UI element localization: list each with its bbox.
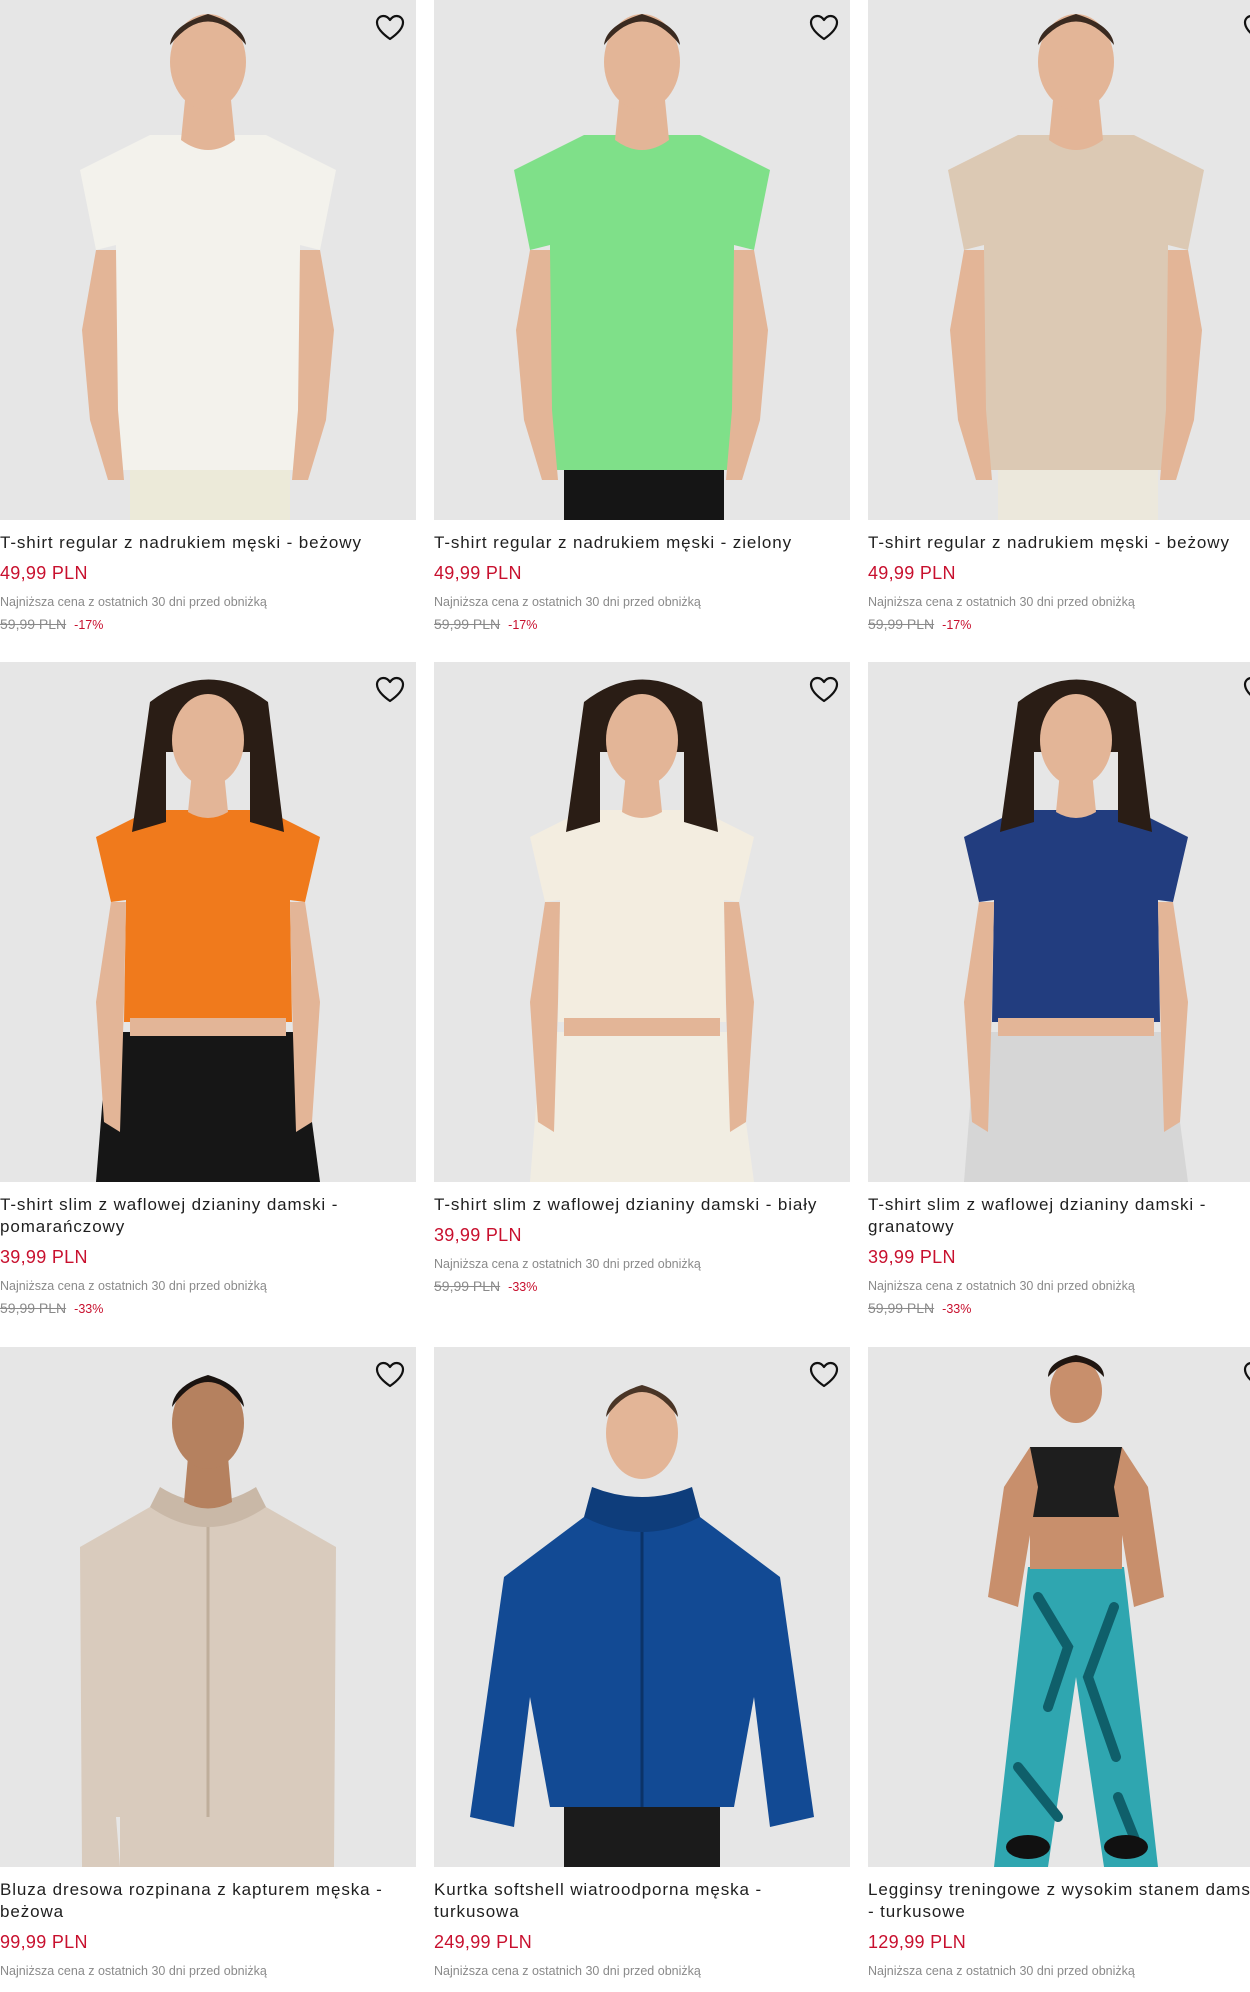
product-price: 39,99 PLN xyxy=(868,1247,956,1267)
product-price: 49,99 PLN xyxy=(868,563,956,583)
product-price: 49,99 PLN xyxy=(434,563,522,583)
product-price: 99,99 PLN xyxy=(0,1932,88,1952)
product-title[interactable]: T-shirt slim z waflowej dzianiny damski … xyxy=(0,1194,416,1238)
product-price: 249,99 PLN xyxy=(434,1932,533,1952)
old-price-row: 59,99 PLN -17% xyxy=(868,615,1250,634)
old-price-row: 59,99 PLN -17% xyxy=(0,615,416,634)
product-price: 39,99 PLN xyxy=(0,1247,88,1267)
lowest-price-note: Najniższa cena z ostatnich 30 dni przed … xyxy=(0,595,267,609)
product-title[interactable]: T-shirt regular z nadrukiem męski - beżo… xyxy=(868,532,1250,554)
product-info: T-shirt regular z nadrukiem męski - ziel… xyxy=(434,532,850,634)
product-info: T-shirt regular z nadrukiem męski - beżo… xyxy=(868,532,1250,634)
discount-badge: -17% xyxy=(508,618,538,632)
old-price: 59,99 PLN xyxy=(868,1300,935,1316)
product-image[interactable] xyxy=(434,0,850,520)
lowest-price-note: Najniższa cena z ostatnich 30 dni przed … xyxy=(434,1964,701,1978)
product-title[interactable]: T-shirt regular z nadrukiem męski - ziel… xyxy=(434,532,850,554)
lowest-price-note: Najniższa cena z ostatnich 30 dni przed … xyxy=(868,595,1135,609)
old-price-row: 59,99 PLN -17% xyxy=(434,615,850,634)
product-price: 39,99 PLN xyxy=(434,1225,522,1245)
product-info: Legginsy treningowe z wysokim stanem dam… xyxy=(868,1879,1250,1979)
product-image[interactable] xyxy=(0,662,416,1182)
product-image[interactable] xyxy=(434,662,850,1182)
product-title[interactable]: T-shirt slim z waflowej dzianiny damski … xyxy=(868,1194,1250,1238)
old-price-row: 59,99 PLN -33% xyxy=(868,1299,1250,1318)
product-info: T-shirt slim z waflowej dzianiny damski … xyxy=(434,1194,850,1296)
discount-badge: -33% xyxy=(508,1280,538,1294)
lowest-price-note: Najniższa cena z ostatnich 30 dni przed … xyxy=(434,595,701,609)
product-info: T-shirt slim z waflowej dzianiny damski … xyxy=(0,1194,416,1318)
old-price: 59,99 PLN xyxy=(0,616,67,632)
heart-outline-icon[interactable] xyxy=(372,672,408,708)
discount-badge: -17% xyxy=(942,618,972,632)
product-price: 49,99 PLN xyxy=(0,563,88,583)
discount-badge: -17% xyxy=(74,618,104,632)
product-info: Bluza dresowa rozpinana z kapturem męska… xyxy=(0,1879,416,1979)
lowest-price-note: Najniższa cena z ostatnich 30 dni przed … xyxy=(868,1279,1135,1293)
product-photo-figure xyxy=(964,679,1188,1182)
old-price: 59,99 PLN xyxy=(434,616,501,632)
discount-badge: -33% xyxy=(942,1302,972,1316)
old-price-row: 59,99 PLN -33% xyxy=(434,1277,850,1296)
lowest-price-note: Najniższa cena z ostatnich 30 dni przed … xyxy=(0,1964,267,1978)
product-photo-figure xyxy=(470,1385,814,1867)
heart-outline-icon[interactable] xyxy=(806,672,842,708)
product-title[interactable]: Legginsy treningowe z wysokim stanem dam… xyxy=(868,1879,1250,1923)
product-title[interactable]: Kurtka softshell wiatroodporna męska - t… xyxy=(434,1879,850,1923)
product-photo-figure xyxy=(96,679,320,1182)
heart-outline-icon[interactable] xyxy=(806,1357,842,1393)
product-title[interactable]: Bluza dresowa rozpinana z kapturem męska… xyxy=(0,1879,416,1923)
lowest-price-note: Najniższa cena z ostatnich 30 dni przed … xyxy=(868,1964,1135,1978)
product-photo-figure xyxy=(80,14,336,520)
product-photo-figure xyxy=(530,679,754,1182)
product-photo-figure xyxy=(80,1375,336,1867)
lowest-price-note: Najniższa cena z ostatnich 30 dni przed … xyxy=(0,1279,267,1293)
product-photo-figure xyxy=(514,14,770,520)
heart-outline-icon[interactable] xyxy=(1240,672,1250,708)
product-image[interactable] xyxy=(868,0,1250,520)
heart-outline-icon[interactable] xyxy=(372,1357,408,1393)
old-price: 59,99 PLN xyxy=(868,616,935,632)
heart-outline-icon[interactable] xyxy=(372,10,408,46)
product-image[interactable] xyxy=(868,662,1250,1182)
product-image[interactable] xyxy=(0,1347,416,1867)
old-price: 59,99 PLN xyxy=(434,1278,501,1294)
heart-outline-icon[interactable] xyxy=(1240,10,1250,46)
product-photo-figure xyxy=(988,1355,1164,1867)
product-info: Kurtka softshell wiatroodporna męska - t… xyxy=(434,1879,850,1979)
discount-badge: -33% xyxy=(74,1302,104,1316)
product-info: T-shirt regular z nadrukiem męski - beżo… xyxy=(0,532,416,634)
product-title[interactable]: T-shirt slim z waflowej dzianiny damski … xyxy=(434,1194,850,1216)
product-image[interactable] xyxy=(434,1347,850,1867)
product-image[interactable] xyxy=(0,0,416,520)
product-title[interactable]: T-shirt regular z nadrukiem męski - beżo… xyxy=(0,532,416,554)
product-price: 129,99 PLN xyxy=(868,1932,967,1952)
old-price: 59,99 PLN xyxy=(0,1300,67,1316)
heart-outline-icon[interactable] xyxy=(806,10,842,46)
product-photo-figure xyxy=(948,14,1204,520)
product-image[interactable] xyxy=(868,1347,1250,1867)
old-price-row: 59,99 PLN -33% xyxy=(0,1299,416,1318)
lowest-price-note: Najniższa cena z ostatnich 30 dni przed … xyxy=(434,1257,701,1271)
heart-outline-icon[interactable] xyxy=(1240,1357,1250,1393)
product-info: T-shirt slim z waflowej dzianiny damski … xyxy=(868,1194,1250,1318)
